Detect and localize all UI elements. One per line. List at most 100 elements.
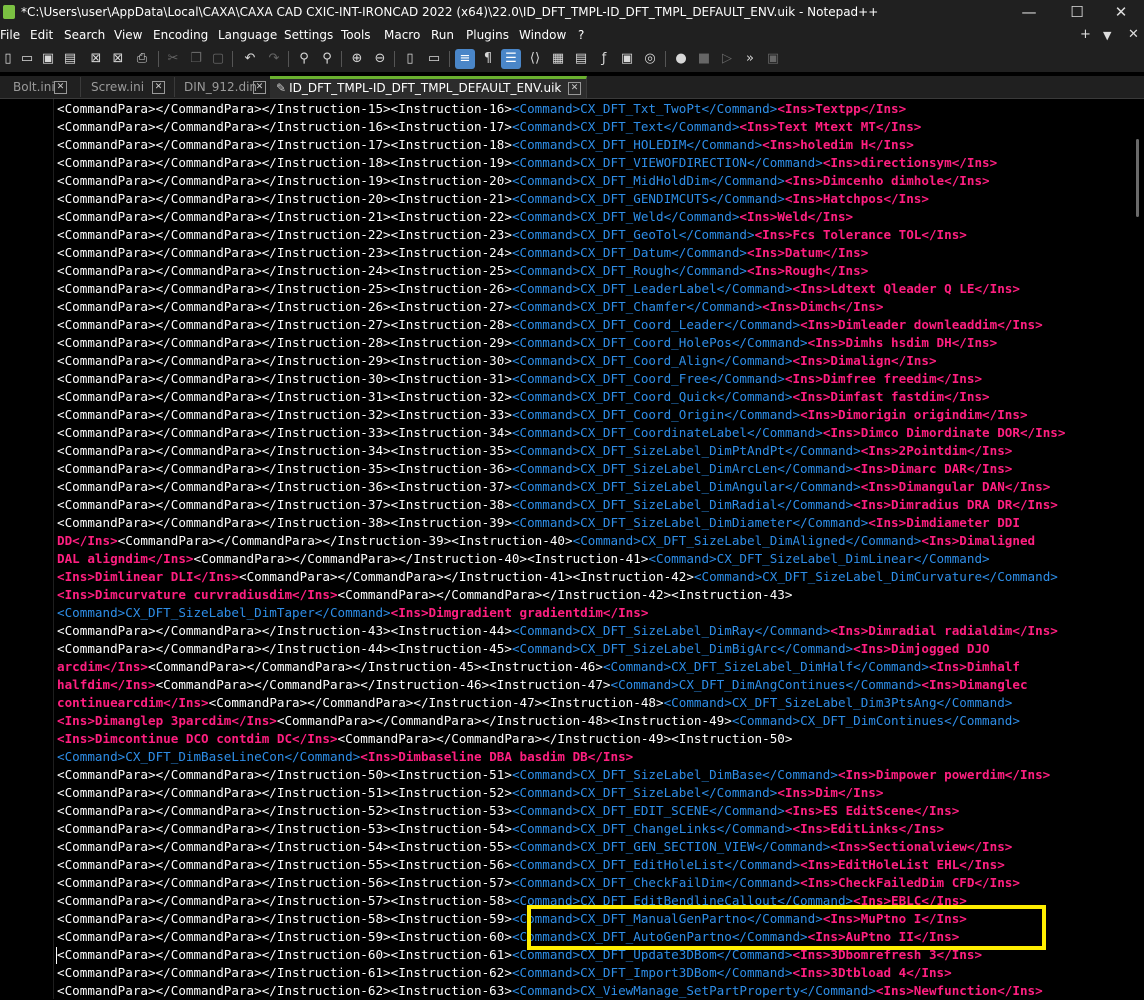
- xml-tag-icon[interactable]: ⟨⟩: [525, 49, 545, 69]
- code-line: <CommandPara></CommandPara></Instruction…: [57, 226, 967, 244]
- indent-guide-icon[interactable]: ☰: [501, 49, 521, 69]
- close-icon[interactable]: ⊠: [86, 49, 106, 69]
- code-segment: <CommandPara></CommandPara></Instruction…: [57, 209, 512, 224]
- code-segment: <Command>CX_DFT_Coord_Leader</Command>: [511, 317, 801, 332]
- code-segment: <Ins>Dimangular DAN</Ins>: [860, 479, 1051, 494]
- open-file-icon[interactable]: ▭: [17, 49, 37, 69]
- editor-margin: [53, 99, 54, 999]
- replace-icon[interactable]: ⚲: [317, 49, 337, 69]
- sync-horizontal-icon[interactable]: ▭: [424, 49, 444, 69]
- save-all-icon[interactable]: ▤: [60, 49, 80, 69]
- show-all-chars-icon[interactable]: ¶: [478, 49, 498, 69]
- folder-workspace-icon[interactable]: ▤: [571, 49, 591, 69]
- code-segment: <Ins>Dimanglec: [921, 677, 1028, 692]
- menu-tools[interactable]: Tools: [341, 28, 371, 42]
- function-list-icon[interactable]: ƒ: [594, 49, 614, 69]
- monitor-icon[interactable]: ▣: [617, 49, 637, 69]
- menu-view[interactable]: View: [114, 28, 142, 42]
- cut-icon[interactable]: ✂: [163, 49, 183, 69]
- menu-settings[interactable]: Settings: [284, 28, 333, 42]
- maximize-button[interactable]: ☐: [1054, 0, 1100, 26]
- save-macro-icon[interactable]: ▣: [763, 49, 783, 69]
- code-segment: <CommandPara></CommandPara></Instruction…: [57, 173, 512, 188]
- tab-din-912[interactable]: DIN_912.din ✕: [174, 77, 271, 97]
- tab-close-icon[interactable]: ✕: [152, 81, 165, 94]
- sync-vertical-icon[interactable]: ▯: [400, 49, 420, 69]
- menu-edit[interactable]: Edit: [30, 28, 53, 42]
- code-segment: <CommandPara></CommandPara></Instruction…: [208, 695, 664, 710]
- code-segment: <Command>CX_DFT_Rough</Command>: [511, 263, 747, 278]
- code-segment: <CommandPara></CommandPara></Instruction…: [57, 911, 512, 926]
- undo-icon[interactable]: ↶: [240, 49, 260, 69]
- code-segment: <CommandPara></CommandPara></Instruction…: [337, 587, 793, 602]
- menu-plugins[interactable]: Plugins: [466, 28, 509, 42]
- tab-close-icon[interactable]: ✕: [253, 81, 266, 94]
- play-macro-icon[interactable]: ▷: [717, 49, 737, 69]
- code-segment: <CommandPara></CommandPara></Instruction…: [193, 551, 649, 566]
- zoom-out-icon[interactable]: ⊖: [370, 49, 390, 69]
- code-segment: <Command>CX_DFT_SizeLabel_DimDiameter</C…: [511, 515, 869, 530]
- tab-close-icon[interactable]: ✕: [568, 82, 581, 95]
- code-segment: <Command>CX_DFT_GeoTol</Command>: [511, 227, 755, 242]
- menu-help[interactable]: ?: [578, 28, 584, 42]
- code-line: <CommandPara></CommandPara></Instruction…: [57, 280, 1020, 298]
- code-segment: <Ins>Dimanglep 3parcdim</Ins>: [57, 713, 277, 728]
- menu-search[interactable]: Search: [64, 28, 105, 42]
- find-icon[interactable]: ⚲: [294, 49, 314, 69]
- process-icon[interactable]: ◎: [640, 49, 660, 69]
- copy-icon[interactable]: ❐: [186, 49, 206, 69]
- tab-bolt-ini[interactable]: Bolt.ini ✕: [0, 77, 81, 97]
- menu-encoding[interactable]: Encoding: [153, 28, 208, 42]
- new-tab-button[interactable]: +: [1080, 27, 1091, 42]
- close-document-button[interactable]: ✕: [1128, 27, 1139, 42]
- close-all-icon[interactable]: ⊠: [108, 49, 128, 69]
- code-segment: <Command>CX_DFT_SizeLabel_DimRadial</Com…: [511, 497, 854, 512]
- minimize-button[interactable]: —: [1006, 0, 1052, 26]
- word-wrap-icon[interactable]: ≡: [455, 49, 475, 69]
- code-segment: <Ins>Dimgradient gradientdim</Ins>: [390, 605, 649, 620]
- zoom-in-icon[interactable]: ⊕: [347, 49, 367, 69]
- code-segment: <Ins>Newfunction</Ins>: [875, 983, 1043, 998]
- menu-macro[interactable]: Macro: [384, 28, 420, 42]
- stop-macro-icon[interactable]: ■: [694, 49, 714, 69]
- code-segment: <CommandPara></CommandPara></Instruction…: [57, 929, 512, 944]
- code-line: <Ins>Dimcurvature curvradiusdim</Ins><Co…: [57, 586, 792, 604]
- redo-icon[interactable]: ↷: [264, 49, 284, 69]
- tab-close-icon[interactable]: ✕: [54, 81, 67, 94]
- code-segment: <Ins>Dimch</Ins>: [762, 299, 884, 314]
- doc-map-icon[interactable]: ▦: [548, 49, 568, 69]
- menu-file[interactable]: File: [0, 28, 20, 42]
- vertical-scrollbar-thumb[interactable]: [1136, 139, 1139, 217]
- tab-list-dropdown[interactable]: ▼: [1103, 29, 1111, 42]
- paste-icon[interactable]: ▢: [208, 49, 228, 69]
- menu-language[interactable]: Language: [218, 28, 277, 42]
- code-segment: <Command>CX_DFT_GEN_SECTION_VIEW</Comman…: [511, 839, 831, 854]
- print-icon[interactable]: ⎙: [132, 49, 152, 69]
- code-segment: <CommandPara></CommandPara></Instruction…: [57, 335, 512, 350]
- close-button[interactable]: ✕: [1098, 0, 1144, 26]
- save-icon[interactable]: ▣: [38, 49, 58, 69]
- window-title: *C:\Users\user\AppData\Local\CAXA\CAXA C…: [21, 5, 879, 19]
- tab-screw-ini[interactable]: Screw.ini ✕: [80, 77, 175, 97]
- code-segment: <Command>CX_DFT_Chamfer</Command>: [511, 299, 763, 314]
- editor-area[interactable]: <CommandPara></CommandPara></Instruction…: [0, 99, 1144, 999]
- code-segment: <Ins>Textpp</Ins>: [777, 101, 907, 116]
- menu-run[interactable]: Run: [431, 28, 454, 42]
- tab-active-uik[interactable]: ✎ ID_DFT_TMPL-ID_DFT_TMPL_DEFAULT_ENV.uik…: [270, 76, 587, 98]
- menu-window[interactable]: Window: [519, 28, 566, 42]
- run-macro-multiple-icon[interactable]: »: [740, 49, 760, 69]
- code-segment: <Command>CX_DFT_SizeLabel_DimLinear</Com…: [648, 551, 990, 566]
- record-macro-icon[interactable]: ●: [671, 49, 691, 69]
- code-segment: <Command>CX_DFT_SizeLabel_Dim3PtsAng</Co…: [663, 695, 1013, 710]
- code-line: <CommandPara></CommandPara></Instruction…: [57, 334, 997, 352]
- code-line: DAL aligndim</Ins><CommandPara></Command…: [57, 550, 990, 568]
- new-file-icon[interactable]: ▯: [0, 49, 18, 69]
- code-segment: <CommandPara></CommandPara></Instruction…: [57, 281, 512, 296]
- code-segment: <Ins>Dimcenho dimhole</Ins>: [784, 173, 990, 188]
- code-line: <CommandPara></CommandPara></Instruction…: [57, 190, 929, 208]
- toolbar-separator: [341, 51, 342, 67]
- code-segment: <Ins>Dimpower powerdim</Ins>: [837, 767, 1051, 782]
- code-line: <CommandPara></CommandPara></Instruction…: [57, 136, 914, 154]
- code-segment: <Command>CX_DFT_SizeLabel_DimPtAndPt</Co…: [511, 443, 861, 458]
- code-line: <CommandPara></CommandPara></Instruction…: [57, 172, 990, 190]
